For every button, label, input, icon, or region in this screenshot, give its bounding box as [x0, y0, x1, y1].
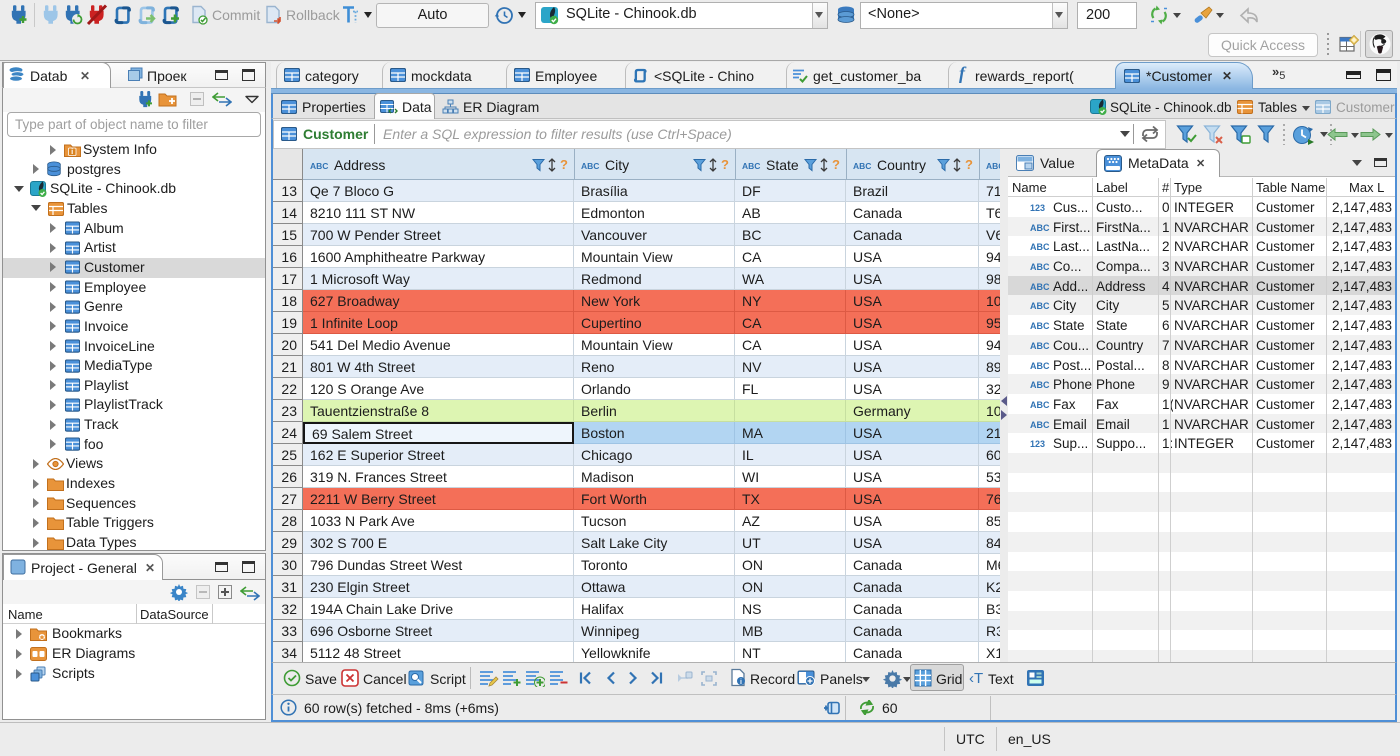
svg-text:i: i [740, 679, 742, 686]
svg-text:i: i [71, 147, 73, 156]
